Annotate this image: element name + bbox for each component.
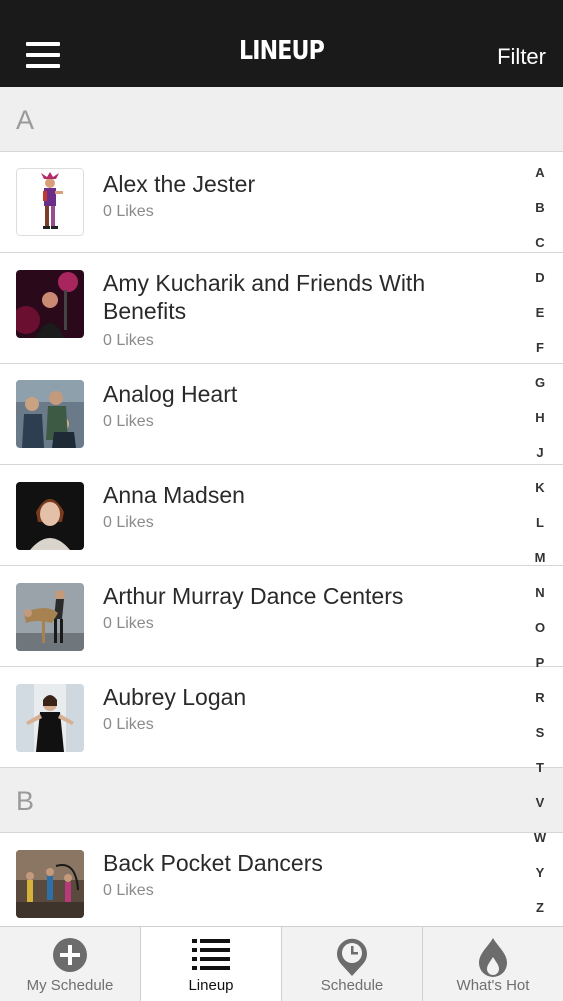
clock-pin-icon [335, 937, 369, 982]
tab-lineup[interactable]: Lineup [141, 927, 282, 1001]
index-letter-r[interactable]: R [517, 690, 563, 705]
index-letter-s[interactable]: S [517, 725, 563, 740]
list-item[interactable]: Anna Madsen 0 Likes [0, 465, 563, 566]
lineup-list[interactable]: A Alex the Jester 0 Likes Amy Kucharik a… [0, 87, 563, 926]
index-letter-p[interactable]: P [517, 655, 563, 670]
artist-name: Back Pocket Dancers [103, 850, 323, 876]
index-letter-b[interactable]: B [517, 200, 563, 215]
index-letter-f[interactable]: F [517, 340, 563, 355]
likes-count: 0 Likes [103, 716, 154, 733]
tab-schedule[interactable]: Schedule [282, 927, 423, 1001]
tab-my-schedule[interactable]: My Schedule [0, 927, 141, 1001]
tab-label: Lineup [188, 977, 234, 994]
index-letter-e[interactable]: E [517, 305, 563, 320]
section-letter: B [16, 786, 35, 816]
index-letter-y[interactable]: Y [517, 865, 563, 880]
list-item[interactable]: Amy Kucharik and Friends With Benefits 0… [0, 253, 563, 364]
section-letter: A [16, 105, 35, 135]
index-letter-a[interactable]: A [517, 165, 563, 180]
likes-count: 0 Likes [103, 882, 154, 899]
list-item[interactable]: Alex the Jester 0 Likes [0, 152, 563, 253]
flame-icon [478, 937, 508, 982]
likes-count: 0 Likes [103, 615, 154, 632]
artist-thumbnail [16, 380, 84, 448]
index-letter-v[interactable]: V [517, 795, 563, 810]
index-letter-l[interactable]: L [517, 515, 563, 530]
tab-label: What's Hot [456, 977, 530, 994]
top-app-bar: LINEUP Filter [0, 0, 563, 87]
likes-count: 0 Likes [103, 332, 154, 349]
alphabet-index[interactable]: A B C D E F G H J K L M N O P R S T V W … [517, 160, 563, 920]
index-letter-o[interactable]: O [517, 620, 563, 635]
artist-name: Amy Kucharik and Friends With Benefits [103, 270, 426, 324]
list-item[interactable]: Analog Heart 0 Likes [0, 364, 563, 465]
list-item[interactable]: Arthur Murray Dance Centers 0 Likes [0, 566, 563, 667]
bottom-tab-bar: My Schedule Lineup Schedule What's Hot [0, 926, 563, 1001]
artist-thumbnail [16, 583, 84, 651]
artist-name: Alex the Jester [103, 171, 256, 197]
artist-thumbnail [16, 482, 84, 550]
index-letter-c[interactable]: C [517, 235, 563, 250]
index-letter-k[interactable]: K [517, 480, 563, 495]
likes-count: 0 Likes [103, 203, 154, 220]
page-title: LINEUP [239, 36, 325, 66]
index-letter-m[interactable]: M [517, 550, 563, 565]
index-letter-n[interactable]: N [517, 585, 563, 600]
tab-whats-hot[interactable]: What's Hot [423, 927, 563, 1001]
index-letter-t[interactable]: T [517, 760, 563, 775]
artist-name: Analog Heart [103, 381, 238, 407]
likes-count: 0 Likes [103, 514, 154, 531]
artist-thumbnail [16, 270, 84, 338]
artist-thumbnail [16, 850, 84, 918]
artist-name: Anna Madsen [103, 482, 245, 508]
section-header-a: A [0, 87, 563, 152]
index-letter-d[interactable]: D [517, 270, 563, 285]
artist-thumbnail [16, 168, 84, 236]
plus-circle-icon [52, 937, 88, 978]
list-item[interactable]: Back Pocket Dancers 0 Likes [0, 833, 563, 926]
index-letter-j[interactable]: J [517, 445, 563, 460]
index-letter-h[interactable]: H [517, 410, 563, 425]
likes-count: 0 Likes [103, 413, 154, 430]
artist-name: Aubrey Logan [103, 684, 247, 710]
list-item[interactable]: Aubrey Logan 0 Likes [0, 667, 563, 768]
tab-label: My Schedule [26, 977, 114, 994]
list-icon [192, 937, 230, 976]
section-header-b: B [0, 768, 563, 833]
index-letter-g[interactable]: G [517, 375, 563, 390]
index-letter-w[interactable]: W [517, 830, 563, 845]
filter-button[interactable]: Filter [497, 44, 546, 70]
artist-thumbnail [16, 684, 84, 752]
index-letter-z[interactable]: Z [517, 900, 563, 915]
tab-label: Schedule [320, 977, 384, 994]
artist-name: Arthur Murray Dance Centers [103, 583, 404, 609]
